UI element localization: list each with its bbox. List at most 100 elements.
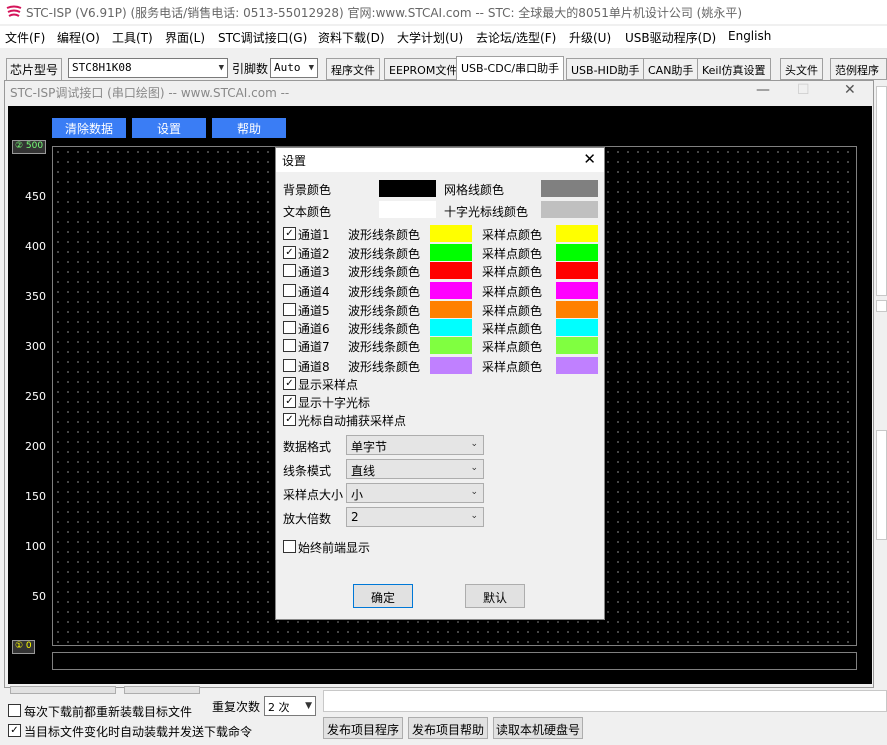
- channel-4-checkbox[interactable]: [283, 284, 296, 297]
- channel-5-sample-color-swatch[interactable]: [556, 301, 598, 318]
- chip-type-select[interactable]: STC8H1K08 ▼: [68, 58, 228, 78]
- cursor-color-swatch[interactable]: [541, 201, 598, 218]
- chevron-down-icon: ⌄: [470, 511, 478, 521]
- channel-1-checkbox[interactable]: ✓: [283, 227, 296, 240]
- clear-data-button[interactable]: 清除数据: [52, 118, 126, 138]
- menu-downloads[interactable]: 资料下载(D): [318, 29, 385, 46]
- repeat-count-select[interactable]: 2 次 ▼: [264, 696, 316, 716]
- line-mode-value: 直线: [351, 464, 376, 478]
- output-box: [323, 690, 887, 712]
- bg-color-swatch[interactable]: [379, 180, 436, 197]
- settings-button[interactable]: 设置: [132, 118, 206, 138]
- read-disk-button[interactable]: 读取本机硬盘号: [493, 717, 583, 739]
- point-size-label: 采样点大小: [283, 488, 344, 502]
- channel-2-checkbox[interactable]: ✓: [283, 246, 296, 259]
- scope-window-title: STC-ISP调试接口 (串口绘图) -- www.STCAI.com --: [10, 86, 290, 100]
- y-tick: 200: [25, 440, 46, 453]
- channel-3-checkbox[interactable]: [283, 264, 296, 277]
- reload-checkbox[interactable]: [8, 704, 21, 717]
- chip-type-label: 芯片型号: [6, 58, 63, 81]
- pins-select[interactable]: Auto ▼: [270, 58, 318, 78]
- sample-color-label: 采样点颜色: [482, 322, 543, 336]
- menu-university[interactable]: 大学计划(U): [397, 29, 463, 46]
- text-color-swatch[interactable]: [379, 201, 436, 218]
- tab-usb-hid[interactable]: USB-HID助手: [566, 58, 645, 80]
- menu-tools[interactable]: 工具(T): [112, 29, 153, 46]
- topmost-label: 始终前端显示: [298, 541, 371, 555]
- sample-color-label: 采样点颜色: [482, 285, 543, 299]
- channel-2-marker[interactable]: ② 500: [12, 140, 47, 154]
- text-color-label: 文本颜色: [283, 205, 332, 219]
- close-icon[interactable]: ✕: [844, 82, 856, 98]
- tab-examples[interactable]: 范例程序: [830, 58, 887, 80]
- channel-1-marker[interactable]: ① 0: [12, 640, 35, 654]
- show-samples-label: 显示采样点: [298, 378, 359, 392]
- menu-english[interactable]: English: [728, 29, 771, 43]
- show-crosshair-checkbox[interactable]: ✓: [283, 395, 296, 408]
- y-tick: 350: [25, 290, 46, 303]
- y-tick: 150: [25, 490, 46, 503]
- publish-program-button[interactable]: 发布项目程序: [323, 717, 403, 739]
- menu-stc-debug[interactable]: STC调试接口(G): [218, 29, 307, 46]
- menu-file[interactable]: 文件(F): [5, 29, 45, 46]
- channel-4-wave-color-swatch[interactable]: [430, 282, 472, 299]
- wave-color-label: 波形线条颜色: [348, 340, 421, 354]
- channel-1-sample-color-swatch[interactable]: [556, 225, 598, 242]
- line-mode-select[interactable]: 直线 ⌄: [346, 459, 484, 479]
- point-size-select[interactable]: 小 ⌄: [346, 483, 484, 503]
- publish-help-button[interactable]: 发布项目帮助: [408, 717, 488, 739]
- channel-8-sample-color-swatch[interactable]: [556, 357, 598, 374]
- zoom-select[interactable]: 2 ⌄: [346, 507, 484, 527]
- show-samples-checkbox[interactable]: ✓: [283, 377, 296, 390]
- menu-interface[interactable]: 界面(L): [165, 29, 205, 46]
- channel-6-sample-color-swatch[interactable]: [556, 319, 598, 336]
- menu-forum[interactable]: 去论坛/选型(F): [476, 29, 556, 46]
- chip-type-value: STC8H1K08: [72, 61, 132, 74]
- channel-8-label: 通道8: [298, 360, 330, 374]
- channel-1-wave-color-swatch[interactable]: [430, 225, 472, 242]
- tab-header[interactable]: 头文件: [780, 58, 823, 80]
- partial-button[interactable]: [10, 686, 116, 694]
- channel-6-checkbox[interactable]: [283, 321, 296, 334]
- channel-1-label: 通道1: [298, 228, 330, 242]
- default-button[interactable]: 默认: [465, 584, 525, 608]
- tab-keil[interactable]: Keil仿真设置: [697, 58, 771, 80]
- menu-program[interactable]: 编程(O): [57, 29, 100, 46]
- channel-5-checkbox[interactable]: [283, 303, 296, 316]
- y-tick: 400: [25, 240, 46, 253]
- channel-7-wave-color-swatch[interactable]: [430, 337, 472, 354]
- data-format-select[interactable]: 单字节 ⌄: [346, 435, 484, 455]
- channel-3-sample-color-swatch[interactable]: [556, 262, 598, 279]
- topmost-checkbox[interactable]: [283, 540, 296, 553]
- dialog-title: 设置: [282, 154, 307, 168]
- channel-4-sample-color-swatch[interactable]: [556, 282, 598, 299]
- minimize-icon[interactable]: —: [756, 82, 770, 98]
- channel-7-sample-color-swatch[interactable]: [556, 337, 598, 354]
- auto-load-checkbox[interactable]: ✓: [8, 724, 21, 737]
- help-button[interactable]: 帮助: [212, 118, 286, 138]
- channel-8-checkbox[interactable]: [283, 359, 296, 372]
- y-tick: 300: [25, 340, 46, 353]
- channel-7-label: 通道7: [298, 340, 330, 354]
- channel-2-sample-color-swatch[interactable]: [556, 244, 598, 261]
- menu-usb-driver[interactable]: USB驱动程序(D): [625, 29, 716, 46]
- channel-7-checkbox[interactable]: [283, 339, 296, 352]
- background-panel: [876, 86, 887, 296]
- cursor-color-label: 十字光标线颜色: [444, 205, 529, 219]
- tab-can[interactable]: CAN助手: [643, 58, 699, 80]
- tab-eeprom-file[interactable]: EEPROM文件: [384, 58, 463, 80]
- channel-6-wave-color-swatch[interactable]: [430, 319, 472, 336]
- channel-5-wave-color-swatch[interactable]: [430, 301, 472, 318]
- ok-button[interactable]: 确定: [353, 584, 413, 608]
- tab-usb-cdc[interactable]: USB-CDC/串口助手: [456, 56, 565, 80]
- menu-upgrade[interactable]: 升级(U): [569, 29, 611, 46]
- partial-button[interactable]: [124, 686, 200, 694]
- channel-3-wave-color-swatch[interactable]: [430, 262, 472, 279]
- grid-color-swatch[interactable]: [541, 180, 598, 197]
- tab-program-file[interactable]: 程序文件: [326, 58, 380, 80]
- close-icon[interactable]: ✕: [583, 150, 596, 168]
- channel-2-wave-color-swatch[interactable]: [430, 244, 472, 261]
- channel-8-wave-color-swatch[interactable]: [430, 357, 472, 374]
- cursor-snap-label: 光标自动捕获采样点: [298, 414, 407, 428]
- cursor-snap-checkbox[interactable]: ✓: [283, 413, 296, 426]
